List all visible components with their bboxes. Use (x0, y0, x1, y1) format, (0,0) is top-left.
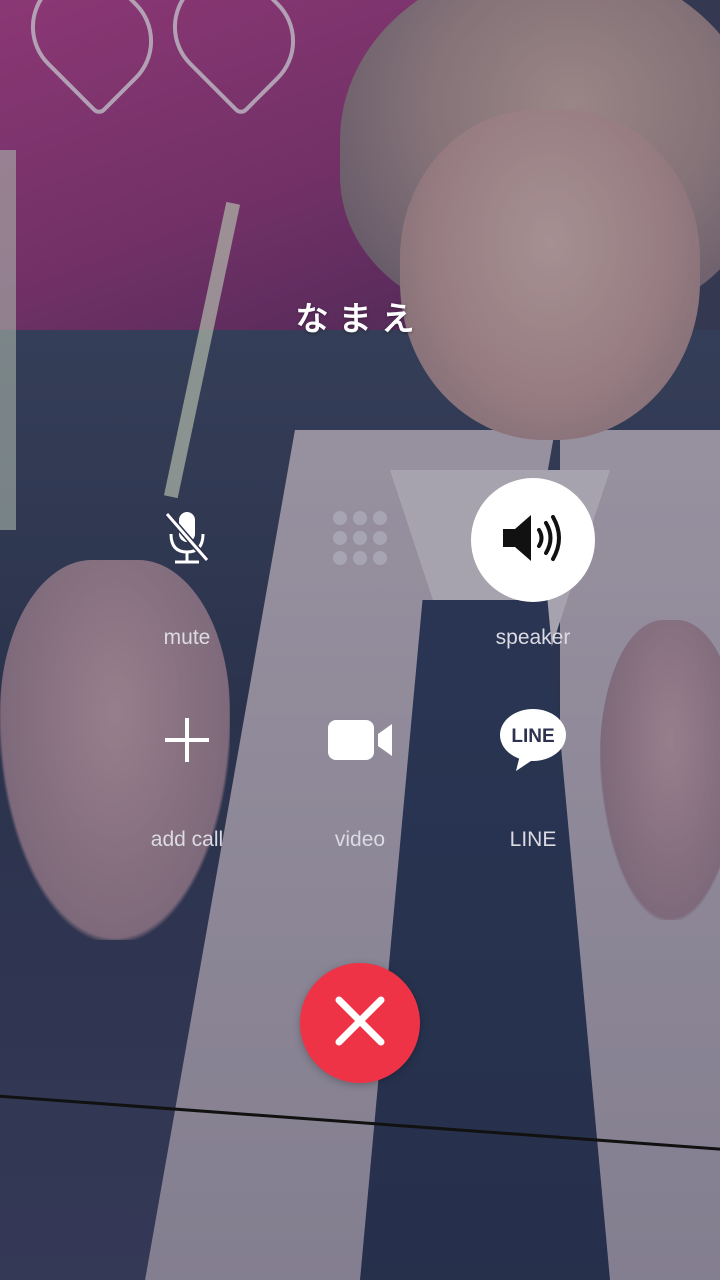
line-logo-text: LINE (511, 726, 554, 747)
video-label: video (334, 828, 386, 851)
video-button-circle[interactable] (298, 680, 422, 804)
video-camera-icon (326, 718, 394, 766)
mute-button-circle[interactable] (125, 478, 249, 602)
line-button[interactable]: LINE LINE (448, 680, 618, 852)
line-button-circle[interactable]: LINE (471, 680, 595, 804)
keypad-button[interactable] (275, 478, 445, 626)
mic-off-icon (163, 508, 211, 572)
speaker-button[interactable]: speaker (448, 478, 618, 650)
mute-button[interactable]: mute (102, 478, 272, 650)
speaker-icon (501, 512, 565, 568)
add-call-button[interactable]: add call (102, 680, 272, 852)
line-label: LINE (509, 828, 557, 851)
keypad-button-circle[interactable] (298, 478, 422, 602)
add-call-label: add call (150, 828, 224, 851)
keypad-icon (330, 508, 390, 572)
mute-label: mute (163, 626, 211, 649)
line-logo-icon: LINE (498, 707, 568, 777)
speaker-label: speaker (495, 626, 571, 649)
plus-icon (163, 716, 211, 768)
end-call-button[interactable] (300, 963, 420, 1083)
video-button[interactable]: video (275, 680, 445, 852)
caller-name: なまえ (295, 299, 425, 338)
close-icon (333, 994, 387, 1052)
add-call-button-circle[interactable] (125, 680, 249, 804)
speaker-button-circle[interactable] (471, 478, 595, 602)
